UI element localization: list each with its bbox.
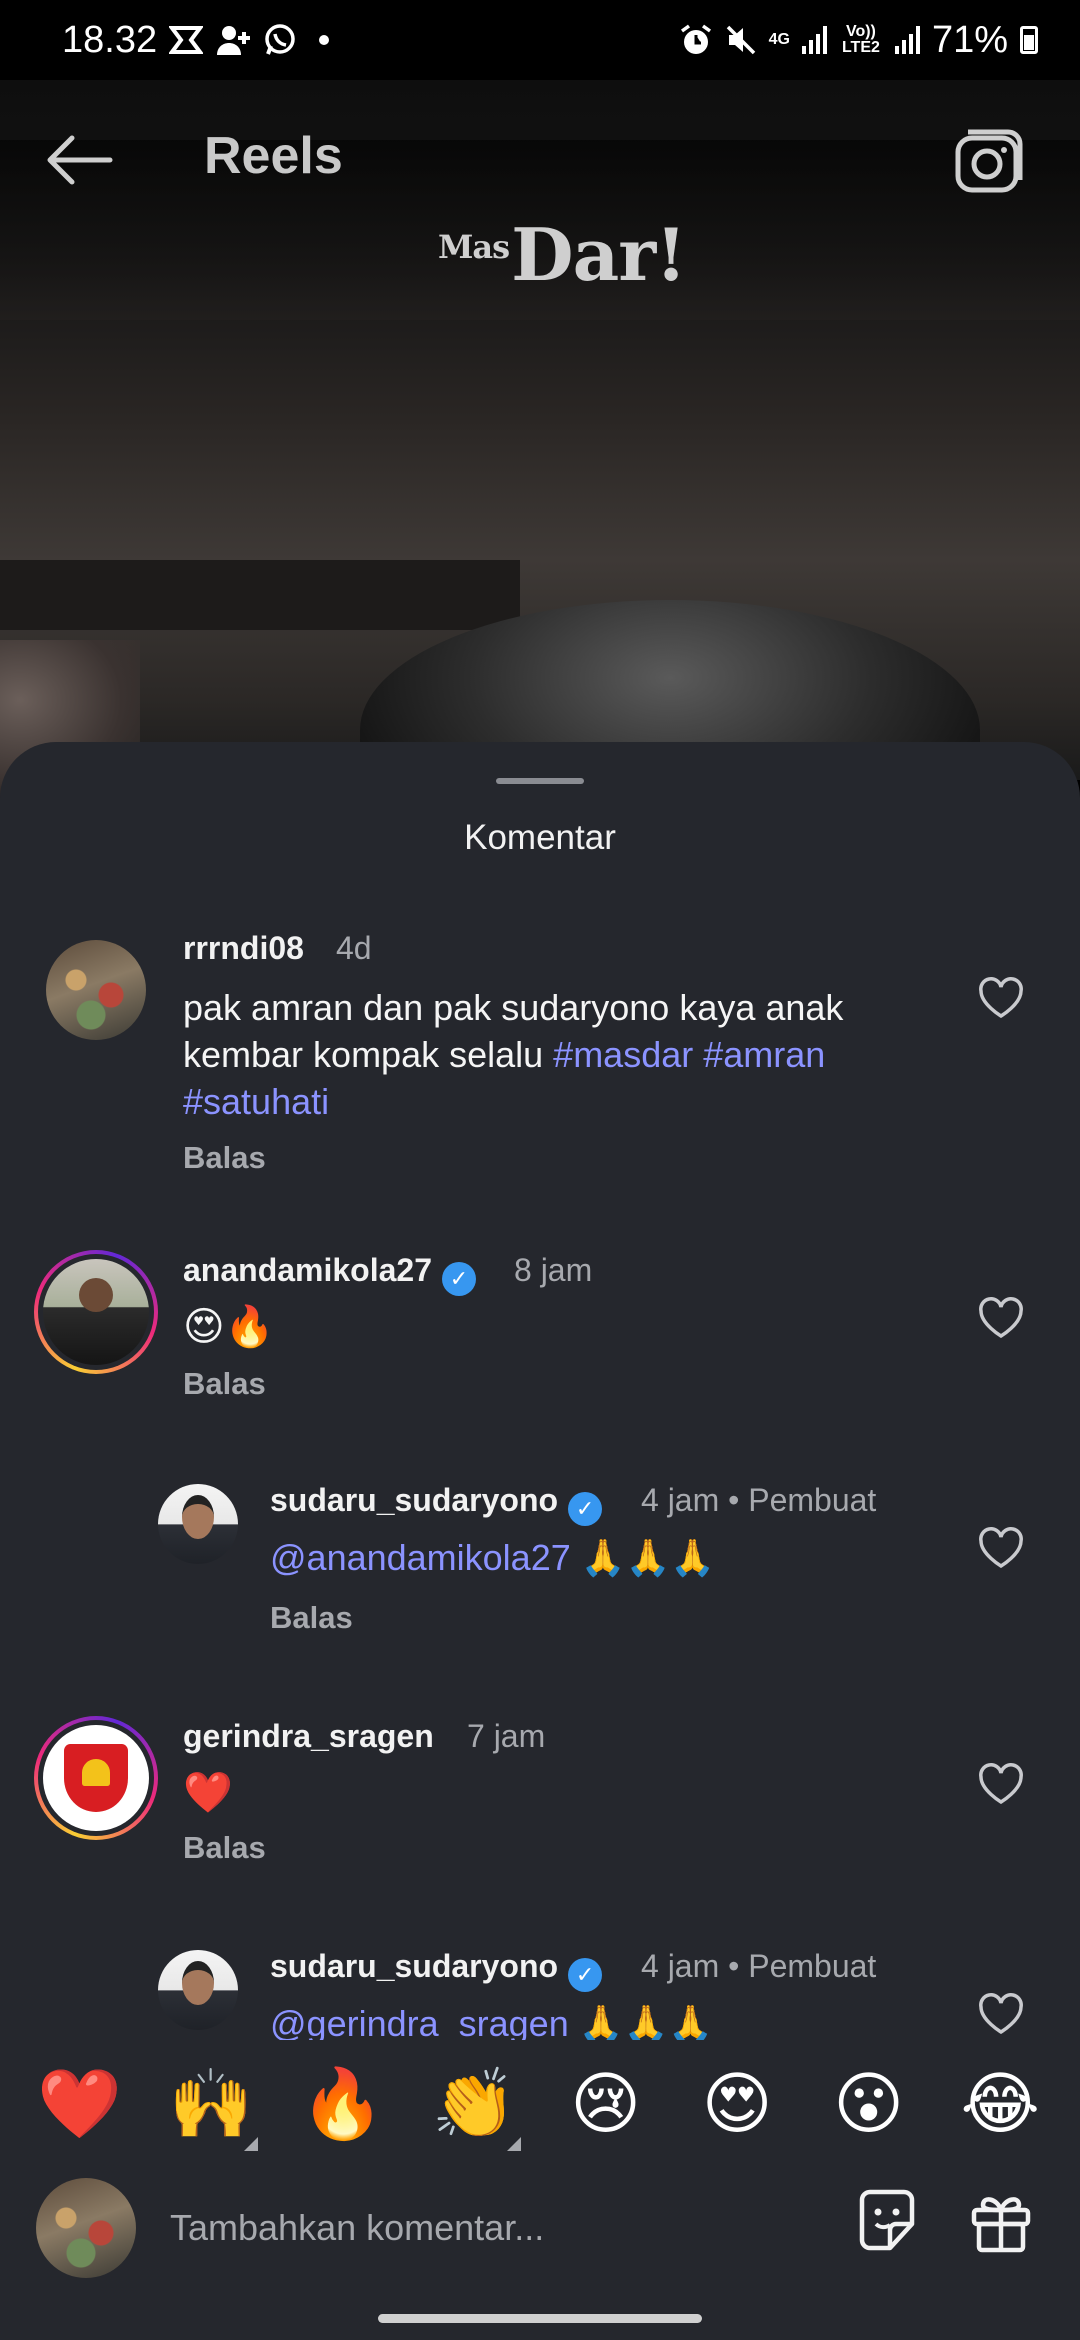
comment-time: 4d xyxy=(336,930,372,966)
network-type-label: 4G xyxy=(768,31,790,48)
whatsapp-icon xyxy=(265,24,295,55)
verified-badge-icon: ✓ xyxy=(568,1958,603,1992)
hashtag-link[interactable]: #amran xyxy=(703,1034,825,1075)
volte-label: Vo)) LTE2 xyxy=(841,23,880,56)
emoji-heart-eyes-button[interactable]: 😍 xyxy=(682,2065,792,2145)
reply-button[interactable]: Balas xyxy=(183,1366,266,1402)
comment-list[interactable]: rrrndi08 4d pak amran dan pak sudaryono … xyxy=(0,742,1080,2042)
avatar[interactable] xyxy=(34,1250,158,1374)
avatar[interactable] xyxy=(46,940,146,1040)
comment-username[interactable]: anandamikola27 ✓ xyxy=(183,1252,476,1296)
reply-button[interactable]: Balas xyxy=(270,1600,353,1636)
more-notifications-dot xyxy=(319,35,330,45)
reply-button[interactable]: Balas xyxy=(183,1830,266,1866)
status-bar: 18.32 4G Vo)) LTE2 71% xyxy=(0,0,1080,80)
emoji-clap-button[interactable]: 👏 xyxy=(419,2065,529,2151)
avatar[interactable] xyxy=(34,1716,158,1840)
camera-icon[interactable] xyxy=(954,128,1024,196)
mention-link[interactable]: @anandamikola27 xyxy=(270,1537,571,1578)
contact-add-icon xyxy=(217,26,251,55)
comment-username[interactable]: rrrndi08 xyxy=(183,930,304,967)
reel-watermark-logo: MasDar! xyxy=(438,212,687,297)
mute-icon xyxy=(726,25,755,55)
comment-time-and-author: 4 jam • Pembuat xyxy=(641,1948,877,1984)
mention-link[interactable]: @gerindra_sragen xyxy=(270,2003,569,2042)
heart-icon[interactable] xyxy=(977,1762,1025,1806)
author-label: Pembuat xyxy=(748,1482,877,1518)
skin-tone-indicator-icon xyxy=(244,2137,259,2151)
alarm-icon xyxy=(680,24,711,54)
sticker-icon[interactable] xyxy=(852,2186,922,2256)
verified-badge-icon: ✓ xyxy=(568,1492,603,1526)
emoji-surprised-button[interactable]: 😮 xyxy=(814,2065,924,2145)
emoji-fire-button[interactable]: 🔥 xyxy=(288,2065,398,2145)
battery-percent: 71% xyxy=(931,18,1008,61)
system-navigation-bar xyxy=(0,2300,1080,2340)
comment-text: 😍🔥 xyxy=(183,1305,275,1349)
arrow-left-icon[interactable] xyxy=(44,134,114,186)
comment-username[interactable]: sudaru_sudaryono ✓ xyxy=(270,1948,603,1992)
comment-username[interactable]: gerindra_sragen xyxy=(183,1718,434,1755)
emoji-raised-hands-button[interactable]: 🙌 xyxy=(156,2065,266,2151)
comment-text: @gerindra_sragen 🙏🙏🙏 xyxy=(270,2003,714,2042)
avatar[interactable] xyxy=(158,1484,238,1564)
skin-tone-indicator-icon xyxy=(507,2137,522,2151)
hashtag-link[interactable]: #satuhati xyxy=(183,1081,329,1122)
home-indicator[interactable] xyxy=(378,2314,702,2323)
reels-header: Reels xyxy=(0,110,1080,210)
avatar[interactable] xyxy=(158,1950,238,2030)
signal-strength-icon xyxy=(801,26,827,54)
current-user-avatar xyxy=(36,2178,136,2278)
hashtag-link[interactable]: #masdar xyxy=(553,1034,693,1075)
comment-time: 8 jam xyxy=(514,1252,593,1288)
comment-composer xyxy=(0,2170,1080,2300)
status-time: 18.32 xyxy=(62,18,158,61)
author-label: Pembuat xyxy=(748,1948,877,1984)
comment-time-and-author: 4 jam • Pembuat xyxy=(641,1482,877,1518)
comment-username[interactable]: sudaru_sudaryono ✓ xyxy=(270,1482,603,1526)
party-logo-icon xyxy=(64,1744,128,1812)
comment-text: ❤️ xyxy=(183,1771,233,1815)
heart-icon[interactable] xyxy=(977,1992,1025,2036)
reel-wall-panel xyxy=(0,560,520,630)
signal-strength-2-icon xyxy=(894,26,920,54)
gift-icon[interactable] xyxy=(966,2186,1036,2256)
battery-icon xyxy=(1020,26,1038,54)
comment-text: pak amran dan pak sudaryono kaya anak ke… xyxy=(183,987,844,1122)
emoji-laughing-button[interactable]: 😂 xyxy=(945,2065,1055,2145)
comment-input[interactable] xyxy=(170,2198,810,2258)
heart-icon[interactable] xyxy=(977,976,1025,1020)
emoji-heart-button[interactable]: ❤️ xyxy=(25,2065,135,2145)
comment-text: @anandamikola27 🙏🙏🙏 xyxy=(270,1537,716,1578)
reply-button[interactable]: Balas xyxy=(183,1140,266,1176)
verified-badge-icon: ✓ xyxy=(442,1262,476,1296)
heart-icon[interactable] xyxy=(977,1526,1025,1570)
notification-app-icon xyxy=(169,26,204,54)
page-title: Reels xyxy=(204,127,343,185)
emoji-crying-button[interactable]: 😢 xyxy=(551,2065,661,2145)
emoji-quick-bar: ❤️ 🙌 🔥 👏 😢 😍 😮 😂 xyxy=(0,2040,1080,2170)
comment-time: 7 jam xyxy=(467,1718,546,1754)
heart-icon[interactable] xyxy=(977,1296,1025,1340)
